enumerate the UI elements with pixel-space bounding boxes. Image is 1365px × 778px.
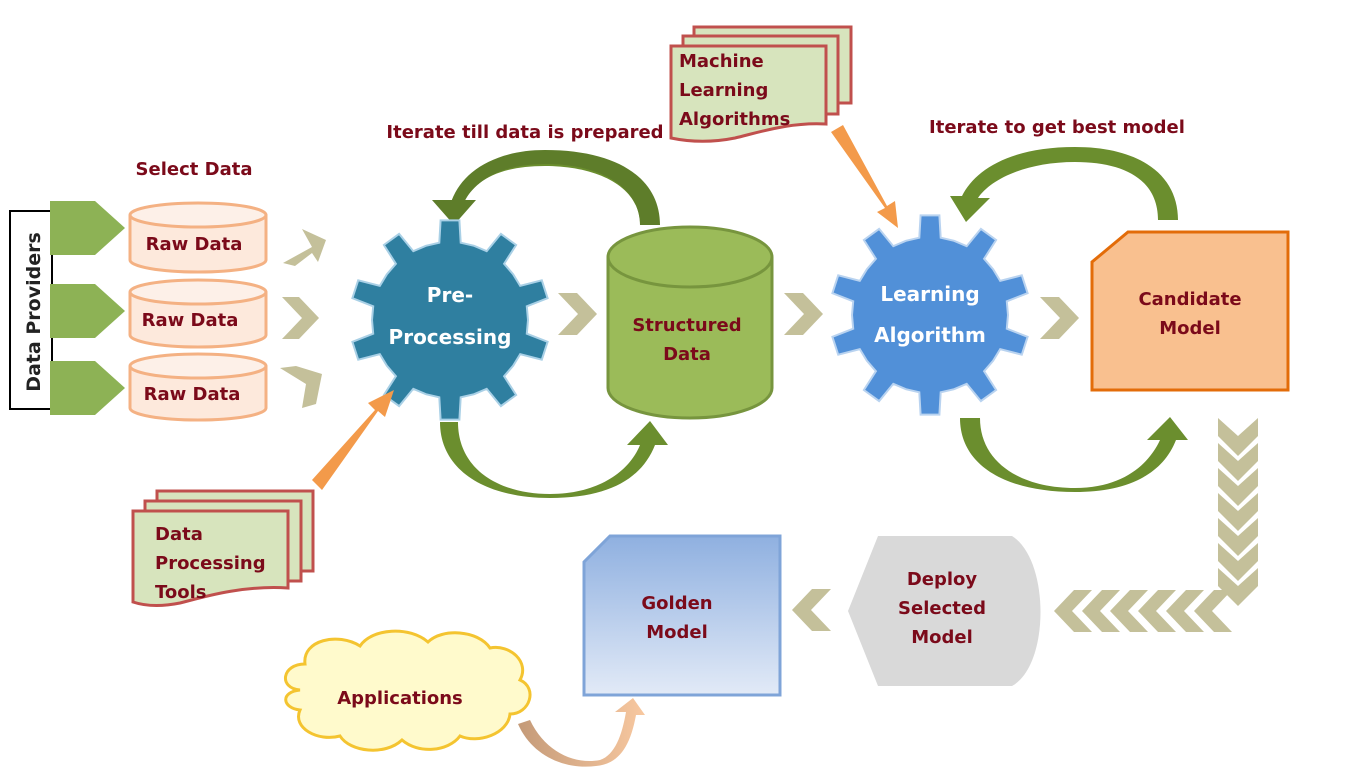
- provider-arrow: [50, 201, 125, 255]
- structured-data-line1: Structured: [632, 315, 741, 336]
- chevron: [784, 293, 823, 335]
- mla-line2: Learning: [679, 80, 768, 101]
- raw-data-label: Raw Data: [146, 234, 243, 255]
- provider-arrows: [50, 201, 125, 415]
- preprocessing-label-line2: Processing: [389, 325, 512, 349]
- dpt-line1: Data: [155, 524, 203, 545]
- chevron: [282, 297, 319, 339]
- chevron: [792, 589, 831, 631]
- loop-arrow-prepare-top: [432, 150, 660, 225]
- select-data-label: Select Data: [136, 159, 253, 180]
- left-chevron: [1194, 590, 1232, 632]
- iterate-model-label: Iterate to get best model: [929, 117, 1185, 138]
- mla-line3: Algorithms: [679, 109, 790, 130]
- applications-cloud: Applications: [283, 629, 532, 752]
- candidate-model-box: Candidate Model: [1090, 230, 1290, 392]
- golden-model-box: Golden Model: [582, 534, 782, 697]
- chevron: [280, 366, 322, 408]
- applications-label: Applications: [337, 688, 463, 709]
- deploy-line3: Model: [911, 627, 973, 648]
- preprocessing-gear: Pre- Processing: [351, 219, 549, 421]
- dpt-line3: Tools: [155, 582, 207, 603]
- deploy-line2: Selected: [898, 598, 986, 619]
- workflow-diagram: Data Providers Select Data Raw Data Raw …: [9, 25, 1290, 767]
- deploy-line1: Deploy: [907, 569, 978, 590]
- loop-arrow-model-top: [950, 147, 1178, 222]
- candidate-line1: Candidate: [1138, 289, 1241, 310]
- learning-label-line2: Algorithm: [874, 323, 986, 347]
- data-providers-box: Data Providers: [9, 210, 53, 410]
- tools-to-preprocess-arrow: [312, 390, 394, 490]
- structured-data-line2: Data: [663, 344, 711, 365]
- candidate-line2: Model: [1159, 318, 1221, 339]
- raw-data-label: Raw Data: [144, 384, 241, 405]
- structured-data-cylinder: Structured Data: [606, 225, 774, 420]
- loop-arrow-prepare-bottom: [440, 421, 668, 498]
- preprocessing-label-line1: Pre-: [427, 283, 473, 307]
- golden-line2: Model: [646, 622, 708, 643]
- raw-data-cylinder-2: Raw Data: [128, 278, 268, 349]
- loop-arrow-model-bottom: [960, 417, 1188, 492]
- raw-to-preprocess-chevrons: [280, 229, 326, 408]
- chevron: [283, 229, 326, 266]
- provider-arrow: [50, 284, 125, 338]
- data-processing-tools-doc: Data Processing Tools: [131, 489, 315, 607]
- ml-to-learning-arrow: [831, 125, 898, 228]
- learning-algorithm-gear: Learning Algorithm: [831, 214, 1029, 416]
- raw-data-cylinder-1: Raw Data: [128, 201, 268, 274]
- iterate-prepare-label: Iterate till data is prepared: [386, 122, 663, 143]
- data-providers-label: Data Providers: [23, 232, 45, 392]
- mla-line1: Machine: [679, 51, 764, 72]
- provider-arrow: [50, 361, 125, 415]
- chevron: [1040, 297, 1079, 339]
- raw-data-label: Raw Data: [142, 310, 239, 331]
- golden-line1: Golden: [641, 593, 712, 614]
- deploy-shape: Deploy Selected Model: [848, 536, 1041, 686]
- ml-algorithms-doc: Machine Learning Algorithms: [669, 25, 853, 143]
- learning-label-line1: Learning: [880, 282, 979, 306]
- left-chevron-row: [1054, 590, 1232, 632]
- applications-to-golden-arrow: [518, 698, 645, 767]
- chevron: [558, 293, 597, 335]
- dpt-line2: Processing: [155, 553, 266, 574]
- down-chevron-column: [1218, 418, 1258, 606]
- raw-data-cylinder-3: Raw Data: [128, 352, 268, 422]
